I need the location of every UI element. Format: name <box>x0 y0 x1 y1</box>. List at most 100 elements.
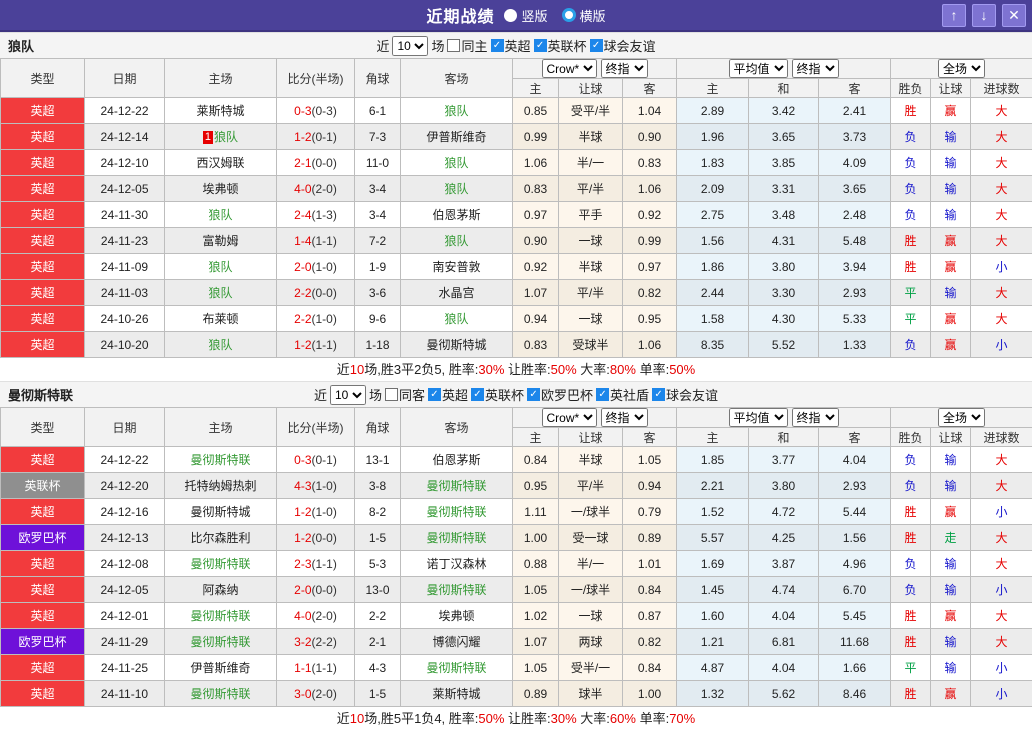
league-filter[interactable]: ✓英超 <box>428 385 468 404</box>
checkbox-icon[interactable]: ✓ <box>534 39 547 52</box>
league-type-cell: 英超 <box>1 655 85 681</box>
wdl-result-cell: 负 <box>891 473 931 499</box>
odds-handicap-cell: 受一球 <box>559 525 623 551</box>
score-cell: 2-2(1-0) <box>277 306 355 332</box>
fulltime-select[interactable]: 全场 <box>938 59 985 78</box>
odds-home-cell: 1.05 <box>513 655 559 681</box>
checkbox-icon[interactable]: ✓ <box>590 39 603 52</box>
league-type-cell: 英超 <box>1 603 85 629</box>
same-venue-filter[interactable]: 同客 <box>385 385 425 404</box>
recent-count-select[interactable]: 10 <box>392 36 428 56</box>
close-button[interactable]: ✕ <box>1002 4 1026 27</box>
home-team-name: 伊普斯维奇 <box>190 661 250 675</box>
league-type-cell: 英超 <box>1 202 85 228</box>
league-filter[interactable]: ✓球会友谊 <box>590 36 656 55</box>
goals-result-cell: 小 <box>971 681 1032 707</box>
final-average-select[interactable]: 终指 <box>792 59 839 78</box>
odds-home-cell: 0.89 <box>513 681 559 707</box>
checkbox-icon[interactable]: ✓ <box>491 39 504 52</box>
home-team-cell: 曼彻斯特联 <box>165 551 277 577</box>
league-type-cell: 英超 <box>1 150 85 176</box>
bookmaker-select[interactable]: Crow* <box>542 59 597 78</box>
halftime-score: (0-3) <box>312 104 337 118</box>
checkbox-icon[interactable]: ✓ <box>527 388 540 401</box>
recent-count-select[interactable]: 10 <box>330 385 366 405</box>
average-group-header: 平均值终指 <box>677 408 891 428</box>
bookmaker-group-header: Crow*终指 <box>513 59 677 79</box>
goals-result-cell: 小 <box>971 577 1032 603</box>
section-summary: 近10场,胜5平1负4, 胜率:50% 让胜率:30% 大率:60% 单率:70… <box>0 707 1032 730</box>
match-row: 英超 24-12-05 埃弗顿 4-0(2-0) 3-4 狼队 0.83 平/半… <box>1 176 1032 202</box>
league-filter[interactable]: ✓英联杯 <box>471 385 524 404</box>
final-odds-select[interactable]: 终指 <box>601 408 648 427</box>
radio-selected-icon[interactable] <box>562 8 576 22</box>
summary-text: 近 <box>337 711 350 726</box>
odds-away-cell: 1.06 <box>623 176 677 202</box>
home-team-cell: 狼队 <box>165 202 277 228</box>
league-filter-label: 英超 <box>442 385 468 404</box>
corner-cell: 1-18 <box>355 332 401 358</box>
checkbox-icon[interactable]: ✓ <box>596 388 609 401</box>
score-cell: 1-2(1-1) <box>277 332 355 358</box>
league-filter[interactable]: ✓英社盾 <box>596 385 649 404</box>
average-select[interactable]: 平均值 <box>729 408 788 427</box>
final-odds-select[interactable]: 终指 <box>601 59 648 78</box>
fulltime-score: 1-2 <box>294 130 311 144</box>
league-filter[interactable]: ✓欧罗巴杯 <box>527 385 593 404</box>
col-away: 客场 <box>401 59 513 98</box>
date-cell: 24-11-03 <box>85 280 165 306</box>
col-corner: 角球 <box>355 59 401 98</box>
league-filter[interactable]: ✓英超 <box>491 36 531 55</box>
summary-text: 让胜率: <box>504 362 550 377</box>
team-section: 曼彻斯特联 近 10 场 同客 ✓英超✓英联杯✓欧罗巴杯✓英社盾✓球会友谊 <box>0 381 1032 730</box>
radio-vertical[interactable]: 竖版 <box>504 6 547 25</box>
odds-away-cell: 1.05 <box>623 447 677 473</box>
goals-result-cell: 大 <box>971 280 1032 306</box>
checkbox-icon[interactable]: ✓ <box>471 388 484 401</box>
summary-text: 50% <box>669 362 695 377</box>
col-avg-draw: 和 <box>749 79 819 98</box>
corner-cell: 9-6 <box>355 306 401 332</box>
col-odds-away: 客 <box>623 428 677 447</box>
bookmaker-select[interactable]: Crow* <box>542 408 597 427</box>
league-filter[interactable]: ✓球会友谊 <box>652 385 718 404</box>
goals-result-cell: 小 <box>971 655 1032 681</box>
corner-cell: 4-3 <box>355 655 401 681</box>
average-select[interactable]: 平均值 <box>729 59 788 78</box>
same-venue-filter[interactable]: 同主 <box>447 36 487 55</box>
score-cell: 1-4(1-1) <box>277 228 355 254</box>
wdl-result-cell: 胜 <box>891 254 931 280</box>
scroll-down-button[interactable]: ↓ <box>972 4 996 27</box>
date-cell: 24-11-10 <box>85 681 165 707</box>
away-team-name: 伯恩茅斯 <box>432 453 480 467</box>
checkbox-icon[interactable] <box>385 388 398 401</box>
corner-cell: 1-9 <box>355 254 401 280</box>
avg-home-cell: 4.87 <box>677 655 749 681</box>
radio-horizontal[interactable]: 横版 <box>562 6 606 25</box>
odds-handicap-cell: 一球 <box>559 603 623 629</box>
avg-away-cell: 3.94 <box>819 254 891 280</box>
col-odds-home: 主 <box>513 79 559 98</box>
avg-away-cell: 2.93 <box>819 473 891 499</box>
final-average-select[interactable]: 终指 <box>792 408 839 427</box>
checkbox-icon[interactable]: ✓ <box>652 388 665 401</box>
halftime-score: (0-1) <box>312 453 337 467</box>
corner-cell: 1-5 <box>355 681 401 707</box>
league-filter[interactable]: ✓英联杯 <box>534 36 587 55</box>
matches-table: 类型 日期 主场 比分(半场) 角球 客场 Crow*终指 平均值终指 全场 <box>0 58 1032 358</box>
league-filter-label: 球会友谊 <box>666 385 718 404</box>
match-row: 英超 24-10-26 布莱顿 2-2(1-0) 9-6 狼队 0.94 一球 … <box>1 306 1032 332</box>
radio-circle-icon[interactable] <box>504 9 517 22</box>
checkbox-icon[interactable] <box>447 39 460 52</box>
goals-result-cell: 大 <box>971 150 1032 176</box>
wdl-result-cell: 平 <box>891 306 931 332</box>
home-team-cell: 埃弗顿 <box>165 176 277 202</box>
fulltime-score: 2-3 <box>294 557 311 571</box>
odds-away-cell: 0.95 <box>623 306 677 332</box>
fulltime-select[interactable]: 全场 <box>938 408 985 427</box>
near-label: 近 <box>314 385 327 404</box>
wdl-result-cell: 胜 <box>891 228 931 254</box>
col-handicap-result: 让球 <box>931 428 971 447</box>
checkbox-icon[interactable]: ✓ <box>428 388 441 401</box>
scroll-up-button[interactable]: ↑ <box>942 4 966 27</box>
